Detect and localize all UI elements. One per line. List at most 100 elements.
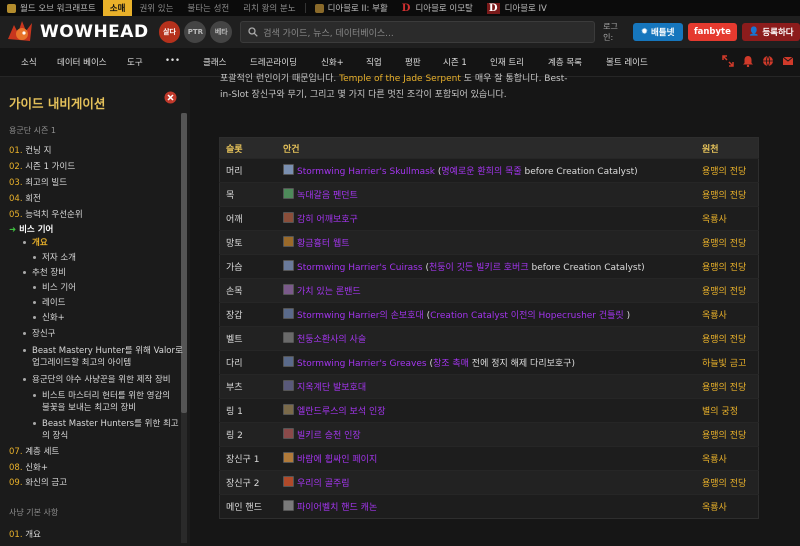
item-link[interactable]: Stormwing Harrier's Cuirass [297,263,423,273]
nav-talent-trees[interactable]: 인재 트리 [490,56,524,68]
sidebar-item-raid[interactable]: 레이드 [33,296,65,308]
item-link[interactable]: Stormwing Harrier's Greaves [297,359,427,369]
mail-icon[interactable] [782,55,794,67]
logo-text: WOWHEAD [40,22,149,42]
wowhead-logo[interactable]: WOWHEAD [6,19,149,45]
sidebar-item-season-guide[interactable]: 02. 시즌 1 가이드 [9,160,75,172]
sidebar-item-recommended-gear[interactable]: 추천 장비 [23,266,66,278]
topbar-classic-tab[interactable]: 권위 있는 [132,0,180,16]
ptr-pill[interactable]: PTR [184,21,207,43]
item-link[interactable]: Stormwing Harrier의 손보호대 [297,311,424,321]
sidebar-item-label-continued[interactable]: 업그레이드할 최고의 아이템 [32,356,131,368]
nav-season-1[interactable]: 시즌 1 [443,56,467,68]
item-icon [283,428,294,439]
source-cell[interactable]: 옥룡사 [696,446,759,471]
item-link[interactable]: 명예로운 환희의 목줄 [441,167,521,177]
topbar-d4-link[interactable]: D 디아블로 IV [480,0,554,16]
sidebar-item-overview[interactable]: 개요 [23,236,48,248]
fanbyte-login-button[interactable]: fanbyte [687,23,738,41]
sidebar-item-cheat-sheet[interactable]: 01. 컨닝 지 [9,144,51,156]
item-link[interactable]: 가치 있는 론밴드 [297,287,361,297]
item-link[interactable]: 천둥이 깃든 빌키르 호버크 [429,263,529,273]
sidebar-scrollbar-thumb[interactable] [181,113,187,413]
sidebar-item-bis-gear[interactable]: ➜ 비스 기어 [9,223,53,235]
search-input[interactable]: 검색 가이드, 뉴스, 데이터베이스... [240,21,596,43]
item-link[interactable]: Stormwing Harrier's Skullmask [297,167,435,177]
sidebar-item-label-continued[interactable]: 의 장식 [42,429,68,441]
sidebar-item-valor-upgrades[interactable]: Beast Mastery Hunter를 위해 Valor로 [23,344,183,356]
source-cell[interactable]: 용맹의 전당 [696,158,759,183]
source-cell[interactable]: 용맹의 전당 [696,422,759,447]
expand-icon[interactable] [722,55,734,67]
dungeon-link[interactable]: Temple of the Jade Serpent [339,74,461,84]
nav-tools[interactable]: 도구 [127,56,143,68]
source-cell[interactable]: 별의 궁정 [696,398,759,423]
source-cell[interactable]: 용맹의 전당 [696,230,759,255]
item-link[interactable]: 바람에 휩싸인 페이지 [297,455,377,465]
topbar-tbc-tab[interactable]: 불타는 성전 [180,0,236,16]
nav-tier-list[interactable]: 계층 목록 [548,56,582,68]
sidebar-item-mythic-plus-guide[interactable]: 08. 신화+ [9,461,48,473]
item-link[interactable]: 천둥소환사의 사슬 [297,335,366,345]
source-cell[interactable]: 용맹의 전당 [696,470,759,495]
item-link[interactable]: 녹대갈음 펜던트 [297,191,358,201]
sidebar-item-spark-gear[interactable]: 비스트 마스터리 헌터를 위한 영감의 [33,389,170,401]
source-cell[interactable]: 용맹의 전당 [696,182,759,207]
item-link[interactable]: Creation Catalyst 이전의 Hopecrusher 건틀릿 [430,311,624,321]
nav-database[interactable]: 데이터 베이스 [57,56,107,68]
bell-icon[interactable] [742,55,754,67]
item-link[interactable]: 창조 촉매 [433,359,469,369]
beta-pill[interactable]: 베타 [210,21,233,43]
nav-mythic-plus[interactable]: 신화+ [321,56,344,68]
bullet-icon [33,422,36,425]
sidebar-item-label-continued[interactable]: 불꽃을 보내는 최고의 장비 [42,401,136,413]
item-link[interactable]: 빌키르 승천 인장 [297,431,361,441]
item-link[interactable]: 엘란드루스의 보석 인장 [297,407,386,417]
source-cell[interactable]: 용맹의 전당 [696,278,759,303]
item-link[interactable]: 우리의 골주림 [297,479,350,489]
sidebar-item-tier-set[interactable]: 07. 계층 세트 [9,445,59,457]
source-cell[interactable]: 용맹의 전당 [696,254,759,279]
nav-reputation[interactable]: 평판 [405,56,421,68]
sidebar-item-label: 컨닝 지 [25,146,52,156]
sidebar-item-about-author[interactable]: 저자 소개 [33,251,76,263]
sidebar-item-trinkets[interactable]: 장신구 [23,327,55,339]
sidebar-item-best-builds[interactable]: 03. 최고의 빌드 [9,176,67,188]
sidebar-item-crafted-gear[interactable]: 용군단의 야수 사냥꾼을 위한 제작 장비 [23,373,171,385]
nav-classes[interactable]: 클래스 [203,56,226,68]
table-row: 목 녹대갈음 펜던트 용맹의 전당 [219,182,759,207]
sidebar-item-vault-incarnates[interactable]: 09. 화신의 금고 [9,476,67,488]
sidebar-item-mythic-plus[interactable]: 신화+ [33,311,65,323]
sidebar-item-hunting-overview[interactable]: 01. 개요 [9,528,41,540]
source-cell[interactable]: 옥룡사 [696,206,759,231]
topbar-wow-link[interactable]: 월드 오브 워크래프트 [0,0,103,16]
topbar-retail-tab[interactable]: 소매 [102,0,133,16]
globe-icon[interactable] [762,55,774,67]
item-link[interactable]: 감히 어깨보호구 [297,215,358,225]
nav-more[interactable]: ••• [165,56,180,66]
guide-navigation-sidebar: 가이드 내비게이션 용군단 시즌 1 01. 컨닝 지 02. 시즌 1 가이드… [0,77,190,546]
sidebar-item-stat-priority[interactable]: 05. 능력치 우선순위 [9,208,83,220]
topbar-immortal-link[interactable]: D 디아블로 이모탈 [395,0,480,16]
nav-news[interactable]: 소식 [21,56,37,68]
source-cell[interactable]: 용맹의 전당 [696,326,759,351]
item-link[interactable]: 파이어벨치 핸드 캐논 [297,503,377,513]
topbar-d2r-link[interactable]: 디아블로 II: 부활 [308,0,395,16]
topbar-wotlk-tab[interactable]: 리치 왕의 분노 [236,0,302,16]
nav-dragonriding[interactable]: 드레곤라이딩 [250,56,297,68]
sidebar-item-rotation[interactable]: 04. 회전 [9,192,41,204]
live-pill[interactable]: 살다 [158,21,181,43]
source-cell[interactable]: 하늘빛 금고 [696,350,759,375]
source-cell[interactable]: 옥룡사 [696,494,759,519]
close-icon[interactable] [164,91,177,104]
nav-professions[interactable]: 직업 [366,56,382,68]
register-button[interactable]: 👤 등록하다 [742,23,800,41]
item-link[interactable]: 지옥계단 발보호대 [297,383,366,393]
nav-vault-raid[interactable]: 볼트 레이드 [606,56,648,68]
item-link[interactable]: 황금흉터 웹트 [297,239,350,249]
source-cell[interactable]: 용맹의 전당 [696,374,759,399]
sidebar-item-bis-gear-sub[interactable]: 비스 기어 [33,281,76,293]
battlenet-login-button[interactable]: ✹ 배틀넷 [632,23,683,41]
sidebar-item-embellishments[interactable]: Beast Master Hunters를 위한 최고 [33,417,179,429]
source-cell[interactable]: 옥룡사 [696,302,759,327]
